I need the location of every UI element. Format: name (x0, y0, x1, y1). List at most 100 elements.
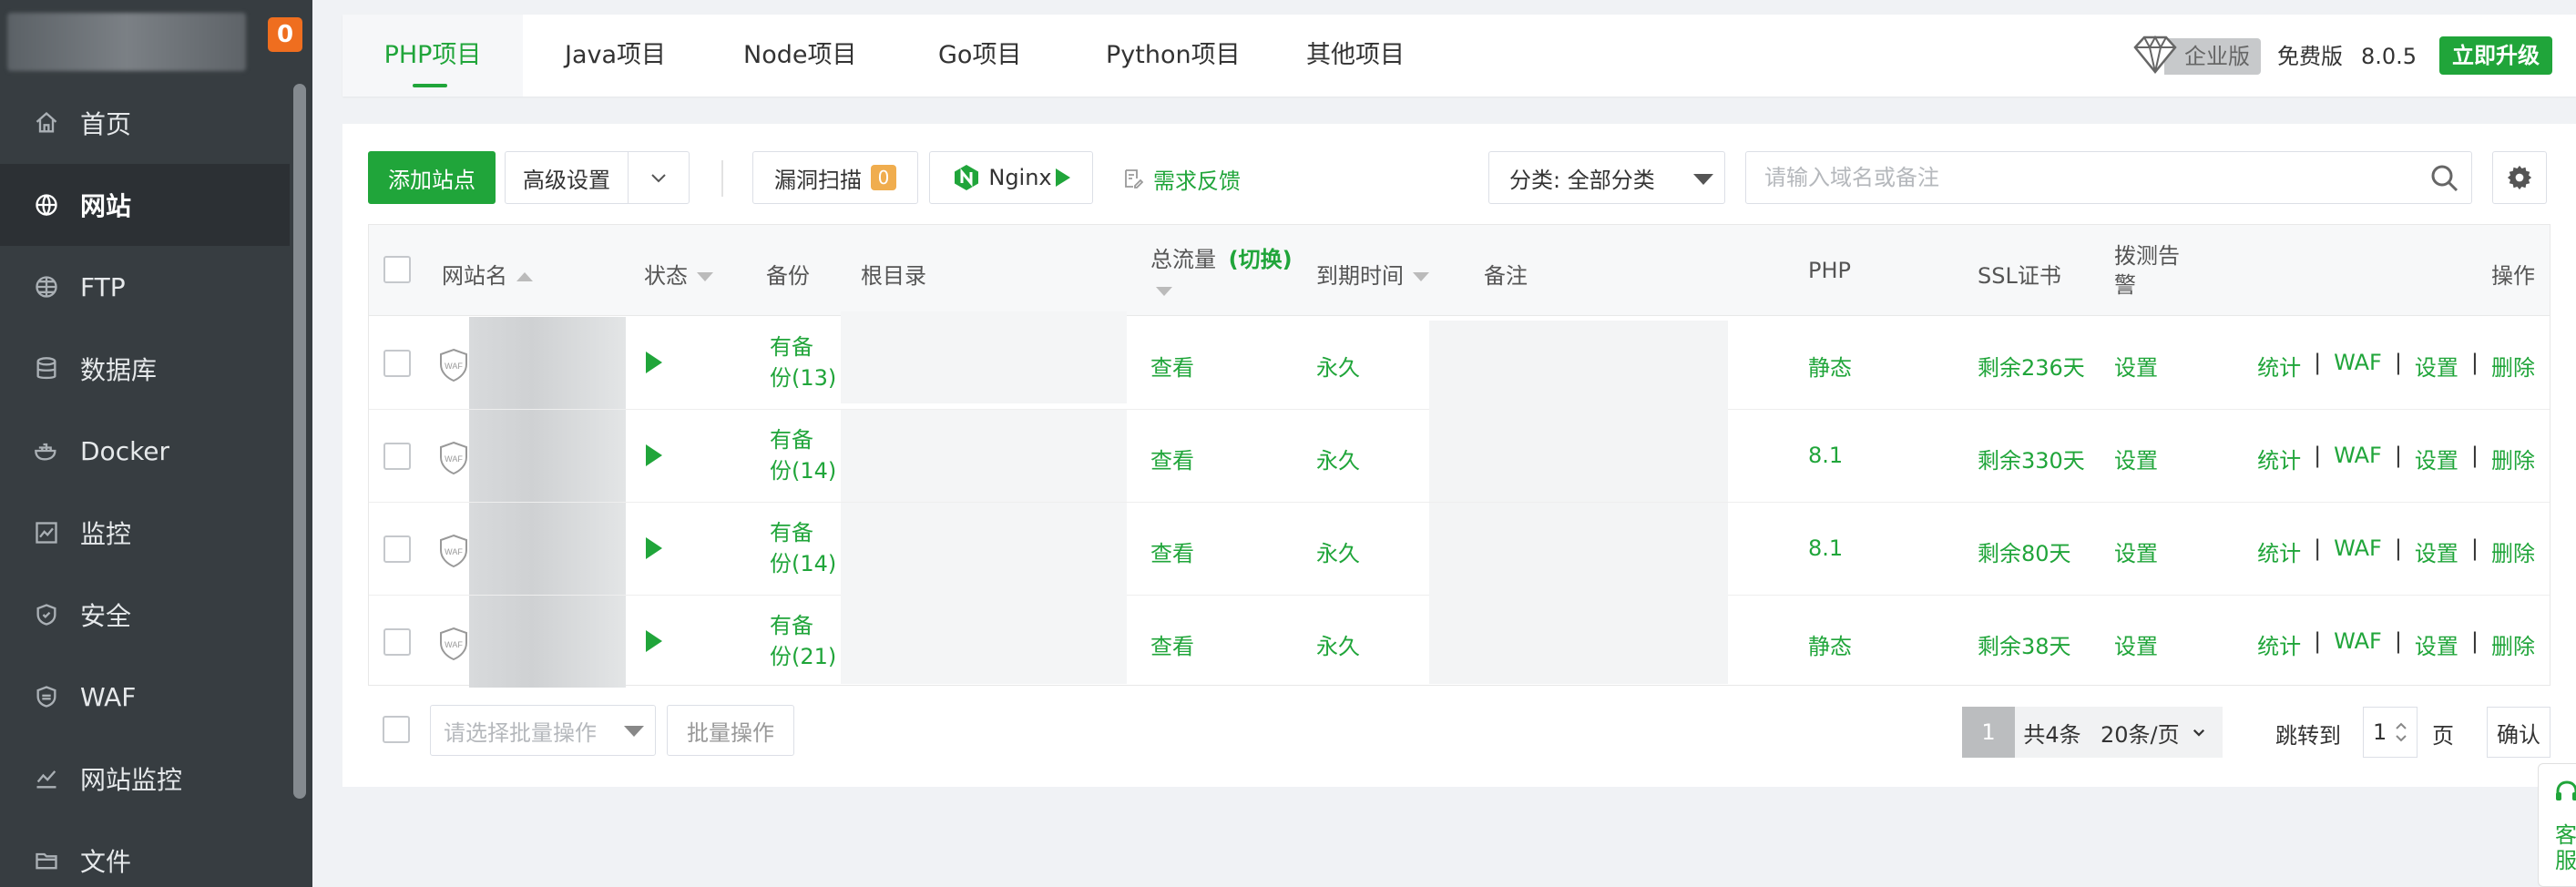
delete-link[interactable]: 删除 (2491, 350, 2535, 382)
select-all-checkbox[interactable] (383, 256, 411, 283)
row-checkbox[interactable] (383, 443, 411, 470)
traffic-view-link[interactable]: 查看 (1150, 628, 1194, 660)
site-name-blurred[interactable] (469, 503, 626, 595)
batch-action-button[interactable]: 批量操作 (667, 705, 794, 756)
traffic-view-link[interactable]: 查看 (1150, 443, 1194, 474)
delete-link[interactable]: 删除 (2491, 535, 2535, 567)
running-status-icon[interactable] (646, 630, 662, 652)
root-dir-blurred[interactable] (841, 410, 1127, 502)
expire-value[interactable]: 永久 (1316, 535, 1360, 567)
remark-blurred[interactable] (1429, 410, 1728, 502)
sidebar-item-docker[interactable]: Docker (0, 410, 290, 492)
add-site-button[interactable]: 添加站点 (368, 151, 496, 204)
advanced-dropdown-button[interactable] (628, 151, 690, 204)
tab-java[interactable]: Java项目 (565, 15, 666, 97)
feedback-link[interactable]: 需求反馈 (1122, 162, 1241, 195)
site-name-blurred[interactable] (469, 596, 626, 688)
site-name-blurred[interactable] (469, 317, 626, 409)
nginx-button[interactable]: Nginx (929, 151, 1093, 204)
running-status-icon[interactable] (646, 352, 662, 373)
sort-desc-icon[interactable] (1156, 287, 1172, 296)
root-dir-blurred[interactable] (841, 592, 1127, 684)
backup-link[interactable]: 有备 份(21) (770, 610, 836, 672)
waf-link[interactable]: WAF (2334, 443, 2382, 474)
sidebar-item-home[interactable]: 首页 (0, 82, 290, 164)
delete-link[interactable]: 删除 (2491, 443, 2535, 474)
sidebar-item-database[interactable]: 数据库 (0, 328, 290, 410)
stepper-icon[interactable] (2394, 719, 2408, 745)
stats-link[interactable]: 统计 (2257, 350, 2301, 382)
settings-link[interactable]: 设置 (2415, 535, 2458, 567)
remark-blurred[interactable] (1429, 503, 1728, 595)
stats-link[interactable]: 统计 (2257, 443, 2301, 474)
header-name[interactable]: 网站名 (442, 258, 533, 290)
traffic-view-link[interactable]: 查看 (1150, 535, 1194, 567)
php-version[interactable]: 8.1 (1808, 443, 1843, 468)
customer-service-tab[interactable]: 客服 (2538, 763, 2576, 887)
expire-value[interactable]: 永久 (1316, 443, 1360, 474)
php-version[interactable]: 静态 (1808, 350, 1852, 382)
sidebar-item-website[interactable]: 网站 (0, 164, 290, 246)
tab-node[interactable]: Node项目 (743, 15, 856, 97)
page-size-select[interactable]: 20条/页 (2090, 707, 2223, 758)
root-dir-blurred[interactable] (841, 503, 1127, 595)
traffic-switch-link[interactable]: (切换) (1229, 247, 1293, 272)
category-select[interactable]: 分类: 全部分类 (1488, 151, 1725, 204)
search-input[interactable] (1745, 151, 2472, 204)
ssl-status[interactable]: 剩余38天 (1978, 628, 2071, 660)
stats-link[interactable]: 统计 (2257, 628, 2301, 660)
row-checkbox[interactable] (383, 350, 411, 377)
tab-other[interactable]: 其他项目 (1306, 15, 1405, 97)
header-expire[interactable]: 到期时间 (1316, 258, 1429, 290)
stats-link[interactable]: 统计 (2257, 535, 2301, 567)
sidebar-item-ftp[interactable]: FTP (0, 246, 290, 328)
row-checkbox[interactable] (383, 628, 411, 656)
notification-badge[interactable]: 0 (268, 17, 302, 52)
pager-current-page[interactable]: 1 (1962, 707, 2015, 758)
batch-action-select[interactable]: 请选择批量操作 (430, 705, 656, 756)
expire-value[interactable]: 永久 (1316, 628, 1360, 660)
header-status[interactable]: 状态 (644, 258, 713, 290)
sidebar-item-security[interactable]: 安全 (0, 574, 290, 656)
backup-link[interactable]: 有备 份(14) (770, 517, 836, 579)
delete-link[interactable]: 删除 (2491, 628, 2535, 660)
php-version[interactable]: 静态 (1808, 628, 1852, 660)
sidebar-item-waf[interactable]: WAF (0, 656, 290, 738)
settings-link[interactable]: 设置 (2415, 350, 2458, 382)
footer-select-all-checkbox[interactable] (383, 716, 410, 743)
remark-blurred[interactable] (1429, 321, 1728, 413)
alert-settings-link[interactable]: 设置 (2114, 443, 2158, 474)
settings-link[interactable]: 设置 (2415, 628, 2458, 660)
sidebar-item-monitor[interactable]: 监控 (0, 492, 290, 574)
waf-link[interactable]: WAF (2334, 350, 2382, 382)
search-icon[interactable] (2430, 164, 2459, 193)
tab-go[interactable]: Go项目 (938, 15, 1021, 97)
tab-php[interactable]: PHP项目 (342, 15, 523, 97)
settings-link[interactable]: 设置 (2415, 443, 2458, 474)
tab-python[interactable]: Python项目 (1106, 15, 1241, 97)
running-status-icon[interactable] (646, 537, 662, 559)
ssl-status[interactable]: 剩余236天 (1978, 350, 2085, 382)
traffic-view-link[interactable]: 查看 (1150, 350, 1194, 382)
ssl-status[interactable]: 剩余330天 (1978, 443, 2085, 474)
alert-settings-link[interactable]: 设置 (2114, 628, 2158, 660)
sidebar-scrollbar[interactable] (293, 84, 306, 799)
alert-settings-link[interactable]: 设置 (2114, 350, 2158, 382)
pager-confirm-button[interactable]: 确认 (2487, 707, 2550, 758)
running-status-icon[interactable] (646, 444, 662, 466)
site-name-blurred[interactable] (469, 410, 626, 502)
ssl-status[interactable]: 剩余80天 (1978, 535, 2071, 567)
waf-link[interactable]: WAF (2334, 535, 2382, 567)
vulnerability-scan-button[interactable]: 漏洞扫描 0 (752, 151, 918, 204)
waf-link[interactable]: WAF (2334, 628, 2382, 660)
root-dir-blurred[interactable] (841, 311, 1127, 403)
remark-blurred[interactable] (1429, 592, 1728, 684)
upgrade-button[interactable]: 立即升级 (2439, 36, 2552, 75)
advanced-settings-button[interactable]: 高级设置 (505, 151, 629, 204)
row-checkbox[interactable] (383, 535, 411, 563)
settings-button[interactable] (2492, 151, 2547, 204)
backup-link[interactable]: 有备 份(13) (770, 331, 836, 393)
sidebar-item-site-monitor[interactable]: 网站监控 (0, 738, 290, 820)
php-version[interactable]: 8.1 (1808, 535, 1843, 561)
backup-link[interactable]: 有备 份(14) (770, 424, 836, 486)
